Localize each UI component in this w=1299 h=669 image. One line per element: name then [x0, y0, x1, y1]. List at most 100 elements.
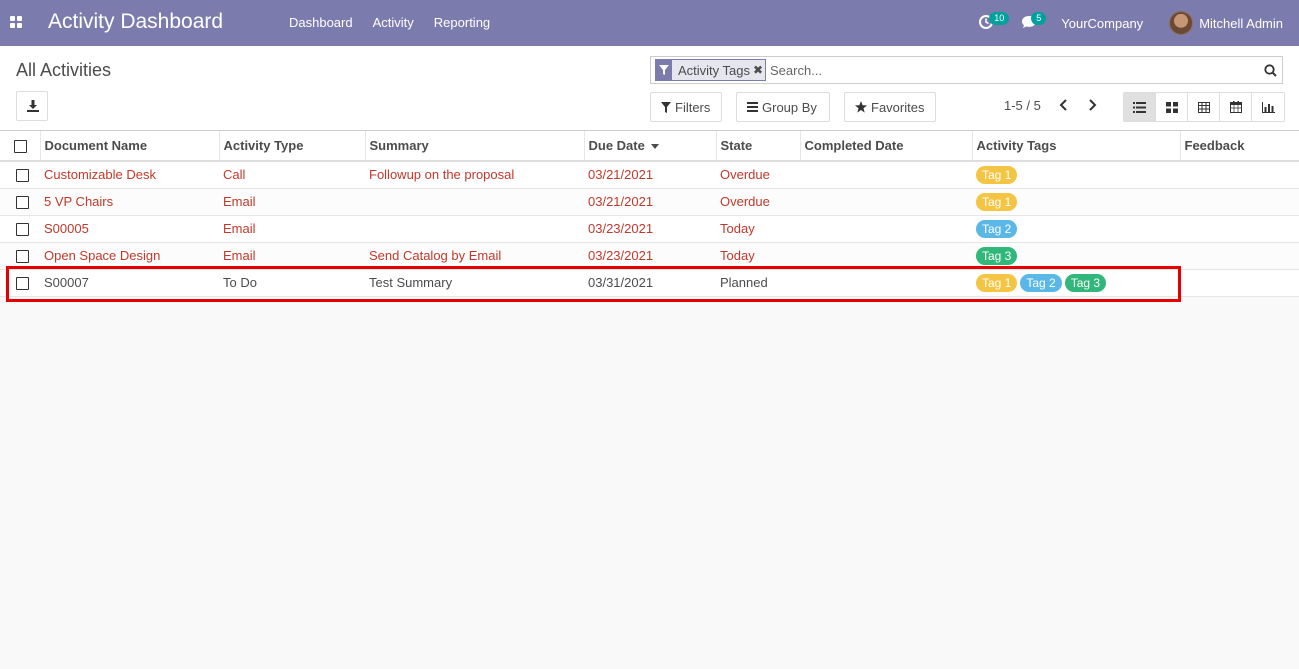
systray: 10 5 YourCompany Mitchell Admin — [977, 0, 1299, 46]
pager-previous-button[interactable] — [1058, 98, 1072, 114]
search-facet: Activity Tags ✖ — [655, 59, 767, 81]
summary-cell — [365, 215, 584, 243]
kanban-view-button[interactable] — [1156, 93, 1188, 121]
list-view-button[interactable] — [1124, 93, 1156, 121]
search-icon[interactable] — [1258, 58, 1282, 82]
select-all-checkbox[interactable] — [14, 140, 27, 154]
bar-chart-icon — [1261, 101, 1275, 113]
row-checkbox[interactable] — [16, 196, 29, 210]
due-date-cell: 03/23/2021 — [584, 215, 716, 243]
kanban-icon — [1165, 101, 1178, 113]
pager-next-button[interactable] — [1086, 98, 1100, 114]
due-date-cell: 03/31/2021 — [584, 269, 716, 297]
activity-table: Document Name Activity Type Summary Due … — [0, 131, 1299, 297]
tag-badge: Tag 2 — [976, 219, 1018, 238]
tag-badge: Tag 1 — [976, 192, 1018, 211]
chevron-right-icon — [1089, 99, 1097, 111]
state-cell: Today — [716, 242, 800, 270]
menu-item-dashboard[interactable]: Dashboard — [279, 0, 363, 46]
row-checkbox[interactable] — [16, 223, 29, 237]
summary-cell — [365, 188, 584, 216]
document-name-cell: S00005 — [40, 215, 219, 243]
message-count-badge: 5 — [1031, 12, 1047, 25]
row-checkbox[interactable] — [16, 169, 29, 183]
app-title: Activity Dashboard — [48, 10, 224, 33]
control-panel: All Activities Activity Tags ✖ Filters G… — [0, 46, 1299, 131]
activity-tags-cell: Tag 1 — [972, 188, 1180, 216]
filters-button[interactable]: Filters — [650, 92, 722, 122]
due-date-cell: 03/21/2021 — [584, 188, 716, 216]
pager-value[interactable]: 1-5 / 5 — [1004, 98, 1041, 113]
menu-item-activity[interactable]: Activity — [363, 0, 424, 46]
column-header[interactable]: Activity Tags — [971, 131, 1180, 162]
menu-item-reporting[interactable]: Reporting — [424, 0, 500, 46]
table-row[interactable]: 5 VP Chairs Email 03/21/2021 Overdue Tag 1 — [0, 188, 1299, 216]
feedback-cell — [1180, 242, 1299, 270]
feedback-cell — [1180, 161, 1299, 189]
groupby-label: Group By — [762, 99, 817, 115]
search-bar: Activity Tags ✖ — [650, 56, 1283, 84]
calendar-view-button[interactable] — [1220, 93, 1252, 121]
activity-list: Document Name Activity Type Summary Due … — [0, 131, 1299, 297]
avatar — [1169, 11, 1194, 35]
activity-type-cell: Email — [219, 242, 365, 270]
favorites-label: Favorites — [871, 99, 925, 115]
favorites-button[interactable]: Favorites — [844, 92, 936, 122]
pivot-view-button[interactable] — [1188, 93, 1220, 121]
state-cell: Overdue — [716, 161, 800, 189]
feedback-cell — [1180, 215, 1299, 243]
sort-desc-icon — [650, 144, 659, 150]
company-switcher[interactable]: YourCompany — [1061, 16, 1143, 31]
row-checkbox[interactable] — [16, 250, 29, 264]
tag-badge: Tag 3 — [1064, 273, 1107, 292]
column-header[interactable]: Summary — [364, 131, 584, 162]
column-header[interactable]: Completed Date — [799, 131, 972, 162]
user-name: Mitchell Admin — [1199, 15, 1283, 31]
main-menu: Dashboard Activity Reporting — [279, 0, 500, 46]
user-menu[interactable]: Mitchell Admin — [1169, 11, 1283, 35]
row-checkbox-cell — [0, 242, 40, 270]
search-input[interactable] — [766, 58, 1258, 82]
summary-cell: Test Summary — [365, 269, 584, 297]
table-row[interactable]: Open Space Design Email Send Catalog by Em… — [0, 242, 1299, 270]
tag-badge: Tag 3 — [976, 246, 1018, 265]
table-row[interactable]: S00007 To Do Test Summary 03/31/2021 Planned… — [0, 269, 1299, 297]
tag-badge: Tag 2 — [1020, 273, 1062, 292]
column-header-sorted[interactable]: Due Date — [583, 131, 716, 162]
activity-type-cell: Email — [219, 215, 365, 243]
column-header[interactable]: State — [715, 131, 800, 162]
completed-date-cell — [800, 242, 972, 270]
due-date-cell: 03/21/2021 — [584, 161, 716, 189]
view-switcher — [1123, 92, 1285, 122]
select-all-header — [0, 131, 40, 162]
column-header[interactable]: Document Name — [39, 131, 219, 162]
facet-remove-icon[interactable]: ✖ — [753, 63, 765, 77]
filter-icon — [656, 60, 672, 80]
activity-tags-cell: Tag 1 Tag 2 Tag 3 — [972, 269, 1180, 297]
activity-tags-cell: Tag 3 — [972, 242, 1180, 270]
chevron-left-icon — [1059, 99, 1067, 111]
feedback-cell — [1180, 188, 1299, 216]
document-name-cell: 5 VP Chairs — [40, 188, 219, 216]
column-header[interactable]: Activity Type — [218, 131, 365, 162]
list-icon — [1133, 101, 1146, 113]
messages-button[interactable]: 5 — [1019, 0, 1047, 46]
apps-menu-icon[interactable] — [10, 16, 23, 29]
table-row[interactable]: S00005 Email 03/23/2021 Today Tag 2 — [0, 215, 1299, 243]
table-row[interactable]: Customizable Desk Call Followup on the pro… — [0, 161, 1299, 189]
download-icon — [27, 100, 39, 112]
column-header[interactable]: Feedback — [1179, 131, 1299, 162]
activity-type-cell: To Do — [219, 269, 365, 297]
row-checkbox[interactable] — [16, 277, 29, 291]
export-button[interactable] — [16, 91, 48, 121]
graph-view-button[interactable] — [1252, 93, 1284, 121]
groupby-button[interactable]: Group By — [736, 92, 830, 122]
bars-icon — [747, 102, 758, 112]
activity-clock-button[interactable]: 10 — [977, 0, 1010, 46]
summary-cell: Followup on the proposal — [365, 161, 584, 189]
state-cell: Overdue — [716, 188, 800, 216]
activity-type-cell: Call — [219, 161, 365, 189]
document-name-cell: Customizable Desk — [40, 161, 219, 189]
top-navbar: Activity Dashboard Dashboard Activity Re… — [0, 0, 1299, 46]
document-name-cell: S00007 — [40, 269, 219, 297]
